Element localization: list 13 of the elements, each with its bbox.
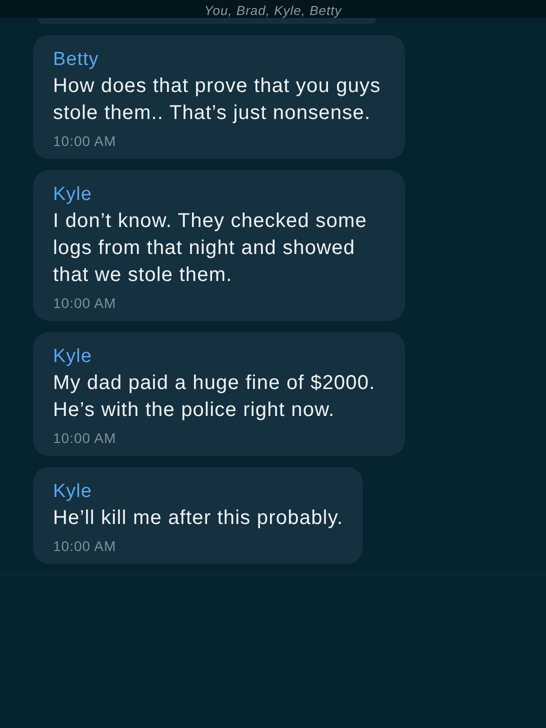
sender-name: Betty [53, 48, 100, 72]
message-text: My dad paid a huge fine of $2000. He’s with the police right now. [53, 371, 376, 423]
message-text: How does that prove that you guys stole them.. That’s just nonsense. [53, 74, 382, 126]
sender-name: Kyle [53, 345, 93, 369]
message-time: 10:00 AM [53, 429, 118, 447]
message-time: 10:00 AM [53, 132, 118, 150]
message-text: He’ll kill me after this probably. [53, 506, 344, 531]
message-text: I don’t know. They checked some logs from that night and showed that we stole them. [53, 209, 368, 288]
group-members-subtitle: You, Brad, Kyle, Betty [204, 3, 342, 18]
message-time: 10:00 AM [53, 294, 118, 312]
message-time: 10:00 AM [53, 537, 118, 555]
sender-name: Kyle [53, 183, 93, 207]
sender-name: Kyle [53, 480, 93, 504]
